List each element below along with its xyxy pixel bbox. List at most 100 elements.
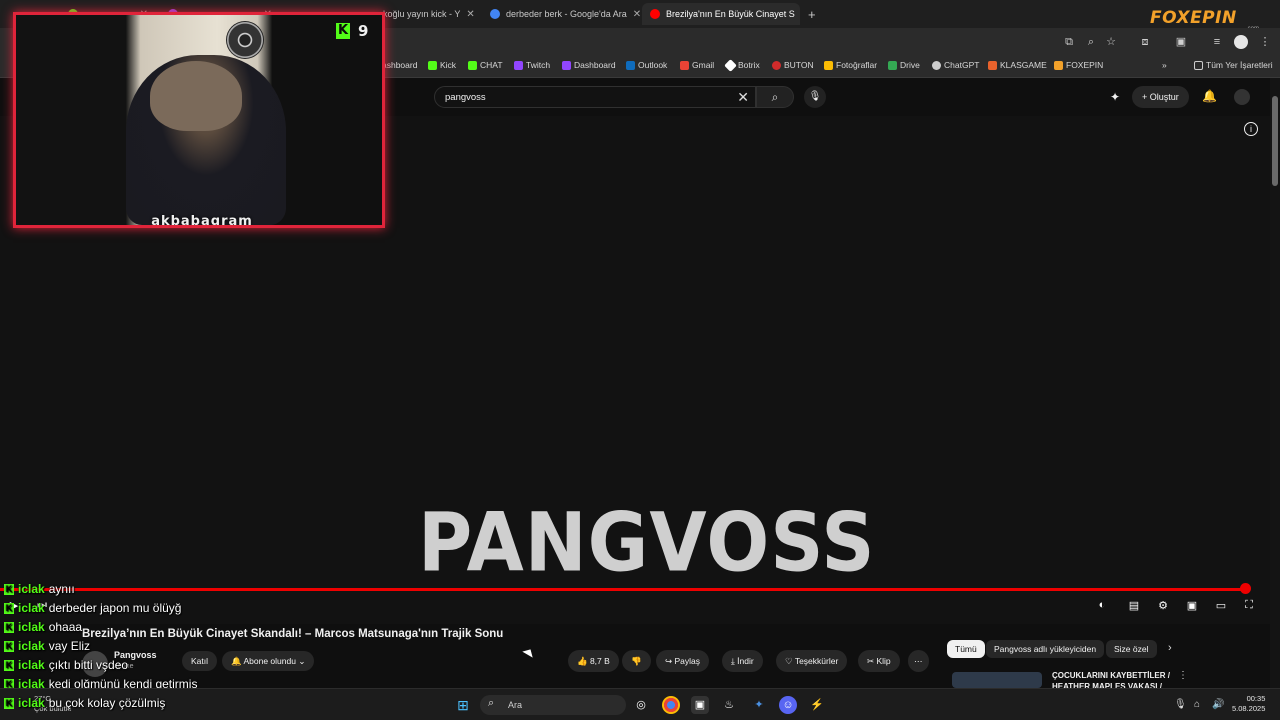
- create-button[interactable]: + Oluştur: [1132, 86, 1189, 108]
- browser-tab[interactable]: derbeder berk - Google'da Ara ✕: [482, 3, 640, 25]
- share-button[interactable]: ↪ Paylaş: [656, 650, 709, 672]
- mic-icon: 🎙: [808, 91, 822, 102]
- foxepin-logo: FOXEPIN: [1150, 8, 1237, 28]
- kick-logo-icon: K: [336, 23, 350, 39]
- thanks-label: Teşekkürler: [794, 656, 839, 666]
- bookmark-klasgame[interactable]: KLASGAME: [988, 60, 1047, 70]
- bookmark-chatgpt[interactable]: ChatGPT: [932, 60, 979, 70]
- gmail-icon: [680, 60, 689, 70]
- bookmark-twitch[interactable]: Twitch: [514, 60, 550, 70]
- thanks-button[interactable]: ♡ Teşekkürler: [776, 650, 848, 672]
- bookmark-outlook[interactable]: Outlook: [626, 60, 667, 70]
- windows-start-icon[interactable]: ⊞: [454, 696, 472, 714]
- chat-username: iclak: [18, 658, 45, 672]
- search-icon: ⌕: [771, 90, 779, 104]
- chat-username: iclak: [18, 696, 45, 710]
- profile-avatar[interactable]: [1234, 35, 1248, 49]
- bookmark-star-icon[interactable]: ☆: [1104, 35, 1118, 49]
- subscribed-button[interactable]: 🔔 Abone olundu ⌄: [222, 651, 315, 671]
- like-button[interactable]: 👍 8,7 B: [568, 650, 619, 672]
- recommended-menu-icon[interactable]: ⋮: [1178, 670, 1188, 681]
- join-button[interactable]: Katıl: [182, 651, 218, 671]
- botrix-icon: [724, 58, 737, 72]
- clear-search-icon[interactable]: ✕: [737, 89, 749, 106]
- taskbar-search[interactable]: Ara: [480, 695, 626, 715]
- settings-gear-icon[interactable]: ⚙: [1155, 599, 1171, 613]
- progress-scrubber[interactable]: [1240, 583, 1251, 594]
- bookmarks-overflow-icon[interactable]: »: [1162, 60, 1167, 70]
- voice-search-button[interactable]: 🎙: [804, 86, 826, 108]
- taskview-icon[interactable]: ◎: [632, 696, 650, 714]
- new-tab-button[interactable]: +: [800, 3, 820, 25]
- close-tab-icon[interactable]: ✕: [633, 9, 640, 20]
- discord-icon[interactable]: ☺: [779, 696, 797, 714]
- search-button[interactable]: ⌕: [756, 86, 794, 108]
- bookmark-chat[interactable]: CHAT: [468, 60, 503, 70]
- chrome-app-icon[interactable]: [662, 696, 680, 714]
- windows-taskbar: 27°C Çok bulutlu ⊞ Ara ⌕ ◎ ▣ ♨ ✦ ☺ ⚡ 🎙 ⌂ …: [0, 688, 1280, 720]
- progress-bar[interactable]: [0, 588, 1245, 591]
- create-label: Oluştur: [1149, 92, 1179, 102]
- zoom-icon[interactable]: ⌕: [1084, 35, 1098, 49]
- theater-mode-icon[interactable]: ▭: [1213, 599, 1229, 613]
- chips-next-icon[interactable]: ›: [1168, 642, 1172, 654]
- bookmark-photos[interactable]: Fotoğraflar: [824, 60, 877, 70]
- buton-icon: [772, 60, 781, 70]
- clip-button[interactable]: ✂ Klip: [858, 650, 900, 672]
- chat-username: iclak: [18, 601, 45, 615]
- bookmark-label: KLASGAME: [1000, 60, 1047, 70]
- system-clock[interactable]: 00:35 5.08.2025: [1232, 694, 1265, 714]
- chatgpt-icon: [932, 60, 941, 70]
- miniplayer-icon[interactable]: ▣: [1184, 599, 1200, 613]
- bookmark-buton[interactable]: BUTON: [772, 60, 814, 70]
- chip-for-you[interactable]: Size özel: [1106, 640, 1157, 658]
- download-button[interactable]: ⤓ İndir: [722, 650, 763, 672]
- app-icon[interactable]: ✦: [750, 696, 768, 714]
- all-bookmarks[interactable]: Tüm Yer İşaretleri: [1194, 60, 1273, 70]
- browser-tab-active[interactable]: Brezilya'nın En Büyük Cinayet S✕: [642, 3, 800, 25]
- photos-icon: [824, 60, 833, 70]
- browser-tab[interactable]: rkoğlu yayın kick - Y ✕: [372, 3, 480, 25]
- bookmark-drive[interactable]: Drive: [888, 60, 920, 70]
- subtitles-icon[interactable]: ▤: [1126, 599, 1142, 613]
- bookmark-foxepin[interactable]: FOXEPIN: [1054, 60, 1103, 70]
- network-icon[interactable]: ⌂: [1194, 699, 1200, 710]
- fullscreen-icon[interactable]: ⛶: [1241, 599, 1257, 613]
- bookmark-botrix[interactable]: Botrix: [724, 58, 760, 72]
- media-control-icon[interactable]: ≡: [1210, 35, 1224, 49]
- chip-all[interactable]: Tümü: [947, 640, 985, 658]
- info-icon[interactable]: i: [1244, 122, 1258, 136]
- volume-icon[interactable]: 🔊: [1212, 699, 1224, 710]
- close-tab-icon[interactable]: ✕: [466, 9, 474, 20]
- viewer-count: 9: [358, 22, 369, 40]
- app-icon[interactable]: ▣: [691, 696, 709, 714]
- drive-icon: [888, 60, 897, 70]
- more-actions-button[interactable]: ⋯: [908, 650, 929, 672]
- extensions-icon[interactable]: ⧈: [1138, 35, 1152, 49]
- bookmark-dashboard[interactable]: ashboard: [382, 60, 417, 70]
- account-avatar[interactable]: [1234, 89, 1250, 105]
- side-panel-icon[interactable]: ▣: [1174, 35, 1188, 49]
- install-app-icon[interactable]: ⧉: [1062, 35, 1076, 49]
- bookmark-kick[interactable]: Kick: [428, 60, 456, 70]
- search-input[interactable]: pangvoss ✕: [434, 86, 756, 108]
- menu-kebab-icon[interactable]: ⋮: [1258, 35, 1272, 49]
- viewer-count-badge: K 9: [336, 22, 368, 40]
- bookmark-twitch-dashboard[interactable]: Dashboard: [562, 60, 616, 70]
- chat-text: bu çok kolay çözülmiş: [48, 696, 166, 710]
- kick-badge-icon: K: [4, 697, 14, 709]
- dislike-button[interactable]: 👎: [622, 650, 651, 672]
- chat-message: Kiclak aynıı: [4, 581, 75, 597]
- autoplay-toggle[interactable]: ◐: [1094, 599, 1110, 613]
- scroll-thumb[interactable]: [1272, 96, 1278, 186]
- chip-from-uploader[interactable]: Pangvoss adlı yükleyiciden: [986, 640, 1105, 658]
- app-icon[interactable]: ⚡: [808, 696, 826, 714]
- page-scrollbar[interactable]: [1270, 78, 1280, 690]
- mic-tray-icon[interactable]: 🎙: [1174, 699, 1187, 710]
- steam-icon[interactable]: ♨: [720, 696, 738, 714]
- bookmark-gmail[interactable]: Gmail: [680, 60, 714, 70]
- create-studio-icon[interactable]: ✦: [1110, 90, 1120, 104]
- recommended-thumbnail[interactable]: [952, 672, 1042, 688]
- notifications-bell-icon[interactable]: 🔔: [1202, 89, 1217, 103]
- clock-time: 00:35: [1246, 694, 1266, 703]
